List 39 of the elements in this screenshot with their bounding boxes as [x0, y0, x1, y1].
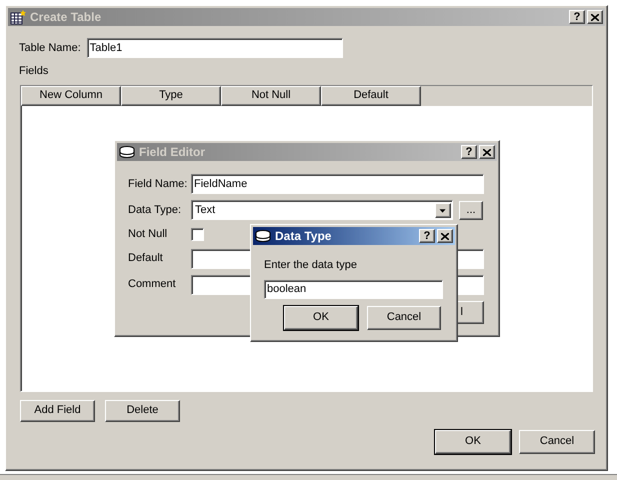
field-label: Not Null: [128, 227, 168, 242]
close-button[interactable]: [479, 145, 495, 159]
section-label: Fields: [19, 64, 50, 79]
close-icon: [441, 232, 449, 240]
help-button[interactable]: ?: [461, 145, 477, 159]
close-button[interactable]: [587, 10, 603, 24]
data-type-field[interactable]: boolean: [264, 280, 443, 298]
column-header[interactable]: Type: [121, 86, 221, 106]
prompt-text: Enter the data type: [264, 258, 358, 273]
not-null-checkbox[interactable]: [191, 228, 204, 241]
close-icon: [483, 148, 491, 156]
dialog-button[interactable]: OK: [435, 430, 511, 454]
database-icon: [255, 230, 271, 242]
help-button[interactable]: ?: [419, 229, 435, 243]
data-type-dropdown[interactable]: Text: [191, 200, 453, 220]
field-name-field[interactable]: FieldName: [191, 174, 484, 194]
field-label: Default: [128, 251, 164, 266]
column-header[interactable]: Not Null: [221, 86, 321, 106]
field-label: Data Type:: [128, 202, 182, 218]
table-icon: [10, 9, 26, 25]
field-label: Field Name:: [128, 176, 188, 192]
window-title: Create Table: [30, 9, 102, 26]
window-title: Field Editor: [139, 144, 206, 161]
table-name-field[interactable]: Table1: [86, 38, 343, 58]
dialog-button[interactable]: Delete: [105, 400, 180, 422]
close-icon: [591, 14, 599, 20]
field-label: Table Name:: [19, 40, 81, 56]
window-title: Data Type: [275, 228, 332, 245]
database-icon: [119, 146, 135, 158]
close-button[interactable]: [437, 229, 453, 243]
dialog-button[interactable]: OK: [284, 306, 358, 330]
dialog-button[interactable]: Add Field: [20, 400, 95, 422]
field-label: Comment: [128, 277, 177, 292]
help-button[interactable]: ?: [569, 10, 585, 24]
dialog-button[interactable]: ...: [459, 200, 483, 220]
dialog-button[interactable]: Cancel: [519, 430, 595, 454]
column-header[interactable]: Default: [321, 86, 421, 106]
column-header[interactable]: New Column: [21, 86, 121, 106]
dialog-button[interactable]: Cancel: [367, 306, 441, 330]
